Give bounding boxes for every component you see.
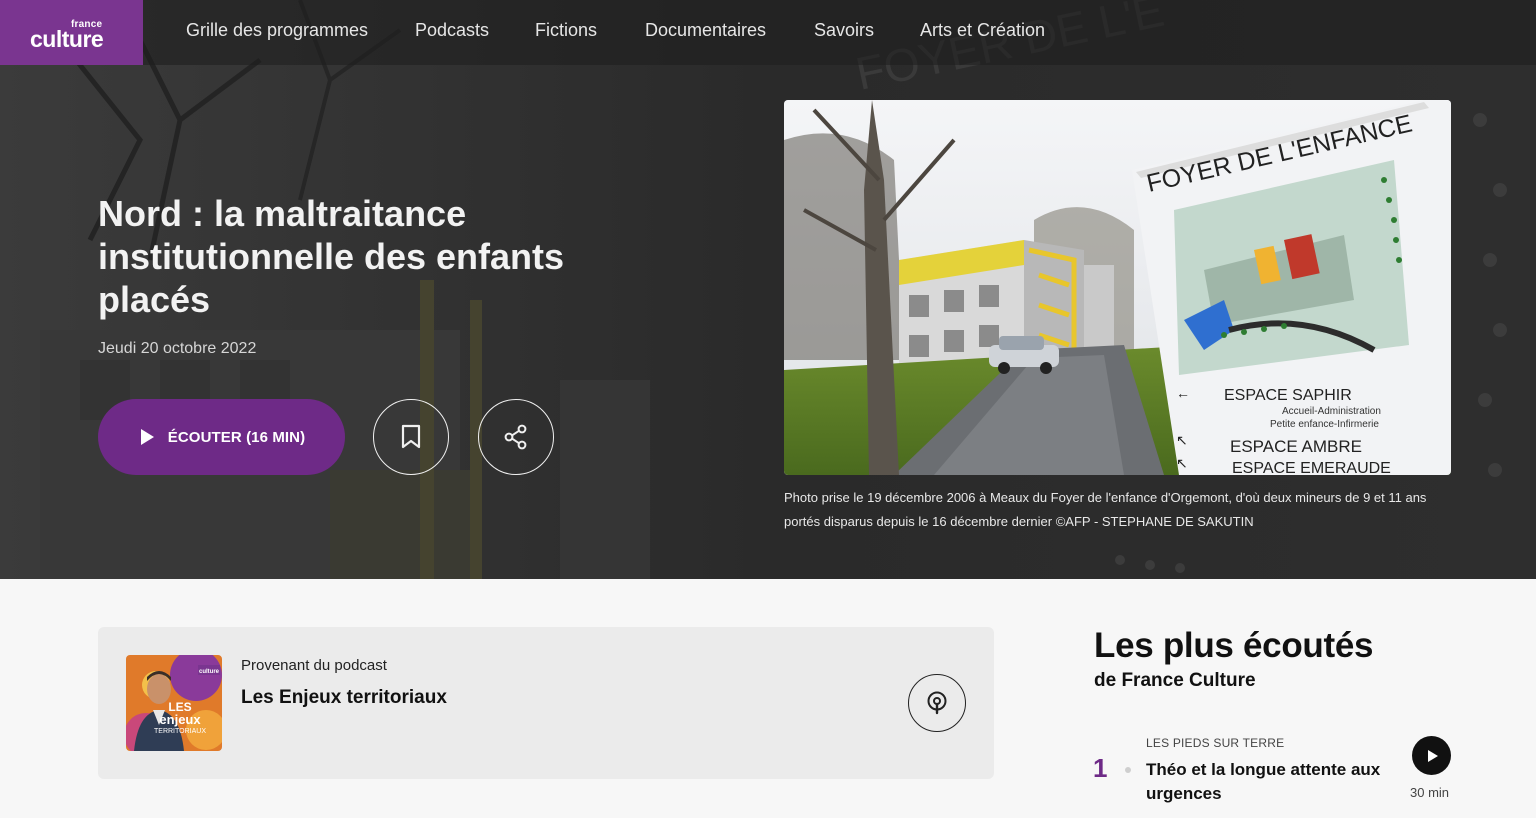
sign-saphir-detail-1: Accueil-Administration: [1282, 406, 1381, 417]
photo-caption: Photo prise le 19 décembre 2006 à Meaux …: [784, 490, 1427, 529]
nav-item-savoirs[interactable]: Savoirs: [814, 20, 874, 41]
listen-button-label: ÉCOUTER (16 MIN): [167, 428, 306, 446]
podcast-thumb-brand: culture: [199, 669, 220, 675]
svg-text:↖: ↖: [1176, 432, 1188, 448]
article-title: Nord : la maltraitance institutionnelle …: [98, 193, 565, 320]
podcast-follow-button[interactable]: [908, 674, 966, 732]
most-listened-title: Les plus écoutés: [1094, 626, 1374, 665]
svg-text:←: ←: [1176, 385, 1190, 401]
nav-item-arts-et-creation[interactable]: Arts et Création: [920, 20, 1045, 41]
nav-item-podcasts[interactable]: Podcasts: [415, 20, 489, 41]
podcast-card[interactable]: culture LES enjeux TERRITORIAUX Provenan…: [98, 627, 994, 779]
logo-big-text: culture: [30, 26, 104, 52]
episode-play-button[interactable]: [1412, 736, 1451, 775]
rank-separator-dot: [1125, 767, 1131, 773]
top-navigation: france culture Grille des programmes Pod…: [0, 0, 1536, 65]
share-icon: [504, 424, 527, 450]
most-listened-subtitle: de France Culture: [1094, 670, 1256, 691]
bookmark-button[interactable]: [373, 399, 449, 475]
play-icon: [140, 429, 154, 445]
sign-espace-ambre: ESPACE AMBRE: [1230, 437, 1362, 456]
episode-duration: 30 min: [1410, 785, 1450, 800]
rank-number: 1: [1093, 753, 1108, 783]
podcast-thumb-title-3: TERRITORIAUX: [154, 728, 206, 735]
article-date: Jeudi 20 octobre 2022: [98, 340, 257, 357]
play-icon: [1427, 749, 1438, 762]
episode-show-name[interactable]: LES PIEDS SUR TERRE: [1146, 736, 1284, 750]
share-button[interactable]: [478, 399, 554, 475]
podcast-thumb-title-2: enjeux: [159, 712, 201, 727]
listen-button[interactable]: ÉCOUTER (16 MIN): [98, 399, 345, 475]
sign-saphir-detail-2: Petite enfance-Infirmerie: [1270, 419, 1379, 430]
episode-title-link[interactable]: Théo et la longue attente aux urgences: [1146, 758, 1401, 806]
france-culture-logo[interactable]: france culture: [0, 0, 143, 65]
bookmark-icon: [401, 424, 421, 449]
nav-item-documentaires[interactable]: Documentaires: [645, 20, 766, 41]
sign-espace-saphir: ESPACE SAPHIR: [1224, 387, 1352, 404]
podcast-icon: [927, 691, 947, 715]
podcast-from-label: Provenant du podcast: [241, 657, 387, 674]
nav-item-grille-des-programmes[interactable]: Grille des programmes: [186, 20, 368, 41]
hero-section: FOYER DE L'E france culture Grille des p…: [0, 0, 1536, 579]
article-photo: FOYER DE L'ENFANCE ← ESPACE SAPHIR Accue…: [784, 100, 1451, 475]
svg-text:↖: ↖: [1176, 455, 1188, 471]
nav-item-fictions[interactable]: Fictions: [535, 20, 597, 41]
podcast-name-link[interactable]: Les Enjeux territoriaux: [241, 687, 447, 709]
sign-espace-emeraude: ESPACE EMERAUDE: [1232, 460, 1391, 475]
podcast-thumbnail[interactable]: culture LES enjeux TERRITORIAUX: [126, 655, 222, 751]
